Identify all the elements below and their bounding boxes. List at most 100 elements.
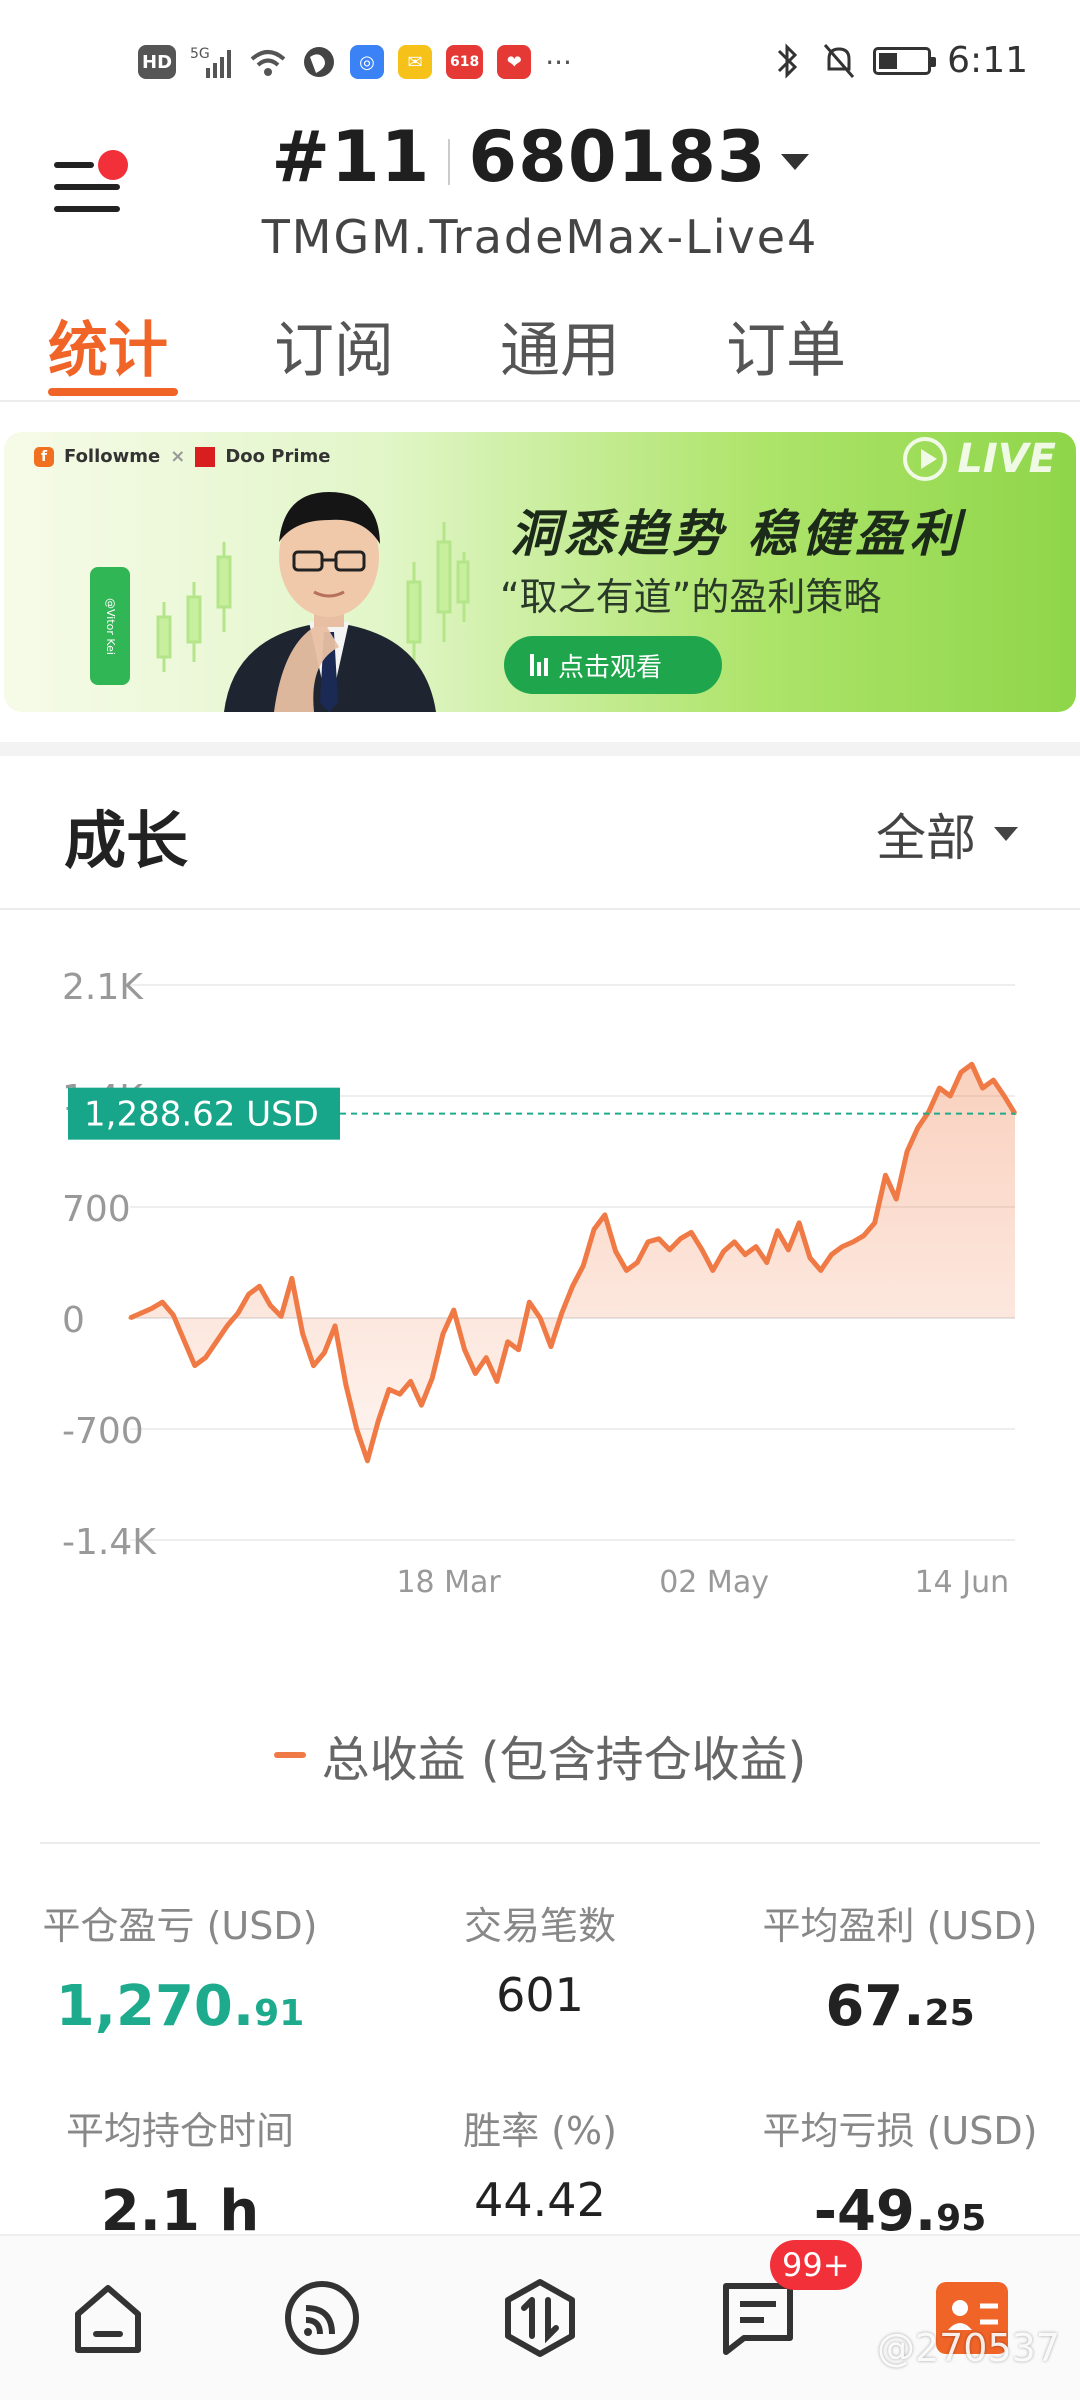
audio-bars-icon	[530, 654, 548, 676]
data-point	[301, 1332, 305, 1336]
presenter-name-tag: @Vitor Kei	[90, 567, 130, 685]
nav-trade[interactable]	[498, 2276, 582, 2360]
data-point	[150, 1306, 154, 1310]
status-right: 6:11	[771, 40, 1028, 81]
tab-statistics[interactable]: 统计	[48, 302, 168, 389]
data-point	[592, 1227, 596, 1231]
mute-bell-icon	[824, 43, 855, 78]
data-point	[646, 1240, 650, 1244]
chevron-down-icon	[780, 153, 809, 170]
battery-icon	[873, 46, 937, 75]
data-point	[290, 1276, 294, 1280]
data-point	[311, 1364, 315, 1368]
browser-icon: ◎	[350, 45, 385, 79]
data-point	[463, 1348, 467, 1352]
data-point	[452, 1308, 456, 1312]
mail-icon: ✉	[398, 45, 433, 79]
section-title: 成长	[64, 804, 189, 877]
tab-orders[interactable]: 订单	[726, 302, 846, 389]
more-icon: ···	[545, 45, 572, 79]
messages-badge: 99+	[770, 2240, 862, 2290]
5g-signal-icon: 5G	[190, 46, 232, 78]
brand-left: Followme	[64, 446, 161, 467]
tab-general[interactable]: 通用	[500, 302, 620, 389]
data-point	[830, 1253, 834, 1257]
data-point	[560, 1311, 564, 1315]
watch-button[interactable]: 点击观看	[504, 636, 722, 694]
data-point	[851, 1240, 855, 1244]
x-tick-label: 02 May	[659, 1565, 769, 1600]
data-point	[279, 1314, 283, 1318]
followme-logo-icon: f	[34, 446, 54, 467]
data-point	[409, 1379, 413, 1383]
stat-trade-count: 交易笔数 601	[360, 1895, 720, 2022]
play-icon	[903, 437, 948, 481]
stat-avg-loss: 平均亏损 (USD) -49.95	[720, 2100, 1080, 2244]
account-selector[interactable]: #11 680183	[0, 116, 1080, 198]
data-point	[258, 1284, 262, 1288]
data-point	[322, 1351, 326, 1355]
data-point	[732, 1240, 736, 1244]
data-point	[344, 1383, 348, 1387]
data-point	[905, 1150, 909, 1153]
stat-label: 平均亏损 (USD)	[762, 2109, 1038, 2153]
data-point	[948, 1094, 952, 1098]
nav-home[interactable]	[66, 2276, 150, 2360]
data-point	[657, 1237, 661, 1241]
data-point	[722, 1249, 726, 1253]
y-axis: 2.1K1.4K7000-700-1.4K	[62, 967, 157, 1563]
stat-value: 601	[496, 1968, 584, 2022]
x-axis: 18 Mar 02 May 14 Jun	[396, 1565, 1009, 1600]
data-point	[247, 1292, 251, 1296]
data-point	[819, 1268, 823, 1272]
watch-button-label: 点击观看	[558, 652, 663, 683]
data-point	[268, 1303, 272, 1307]
data-point	[365, 1459, 369, 1463]
y-tick-label: 0	[62, 1300, 85, 1341]
bluetooth-icon	[778, 42, 798, 79]
account-server: TMGM.TradeMax-Live4	[261, 210, 819, 264]
promo-banner[interactable]: f Followme × Doo Prime @Vitor Kei LIVE 洞…	[4, 432, 1076, 712]
presenter-photo	[224, 492, 436, 712]
data-point	[840, 1245, 844, 1249]
x-tick-label: 18 Mar	[396, 1565, 501, 1600]
data-point	[236, 1311, 240, 1315]
y-tick-label: 2.1K	[62, 967, 144, 1008]
title-separator	[448, 138, 451, 185]
data-point	[776, 1229, 780, 1233]
current-value-tag: 1,288.62 USD	[68, 1087, 340, 1140]
data-point	[916, 1126, 920, 1130]
stat-label: 平均盈利 (USD)	[762, 1904, 1038, 1948]
data-point	[495, 1379, 499, 1383]
range-dropdown[interactable]: 全部	[876, 798, 1018, 870]
data-point	[517, 1348, 521, 1352]
stat-label: 交易笔数	[463, 1904, 616, 1948]
growth-chart[interactable]: 2.1K1.4K7000-700-1.4K 18 Mar 02 May 14 Jun…	[0, 940, 1080, 1680]
data-point	[700, 1248, 704, 1252]
data-point	[538, 1316, 542, 1320]
data-point	[981, 1086, 985, 1090]
nav-feed[interactable]	[280, 2276, 364, 2360]
data-point	[473, 1372, 477, 1375]
x-tick-label: 14 Jun	[915, 1565, 1010, 1600]
data-point	[333, 1324, 337, 1328]
stat-avg-hold-time: 平均持仓时间 2.1 h	[0, 2100, 360, 2244]
hd-icon: HD	[138, 45, 177, 79]
clock: 6:11	[947, 40, 1028, 81]
banner-headline: 洞悉趋势 稳健盈利	[510, 505, 964, 563]
data-point	[894, 1197, 898, 1201]
data-point	[883, 1173, 887, 1177]
chart-legend: 总收益 (包含持仓收益)	[0, 1720, 1080, 1790]
watermark: @270537	[876, 2326, 1060, 2370]
data-point	[549, 1345, 553, 1349]
data-point	[204, 1356, 208, 1360]
data-point	[160, 1300, 164, 1304]
divider	[0, 908, 1080, 910]
data-point	[808, 1256, 812, 1260]
globe-icon	[304, 47, 335, 77]
data-point	[387, 1387, 391, 1391]
live-indicator: LIVE	[903, 436, 1056, 482]
tab-subscribe[interactable]: 订阅	[274, 302, 394, 389]
stat-closed-pnl: 平仓盈亏 (USD) 1,270.91	[0, 1895, 360, 2039]
data-point	[225, 1324, 229, 1328]
